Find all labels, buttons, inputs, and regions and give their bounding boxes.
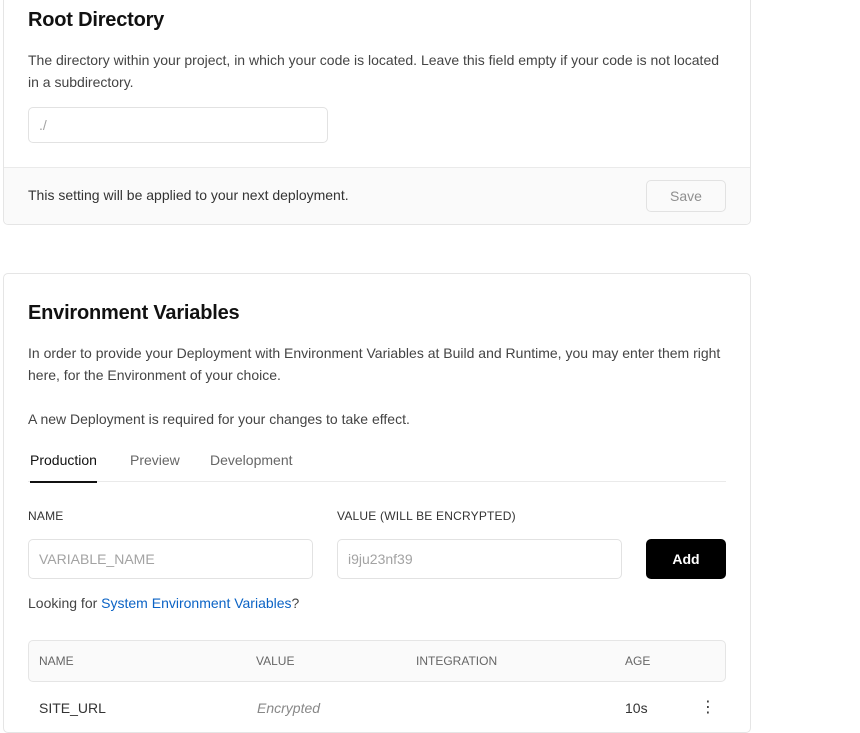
table-row: SITE_URL Encrypted 10s ⋮ xyxy=(28,696,726,726)
column-header-value: VALUE xyxy=(256,654,295,668)
env-vars-card: Environment Variables In order to provid… xyxy=(3,273,751,733)
hint-suffix: ? xyxy=(291,595,300,611)
root-directory-footer: This setting will be applied to your nex… xyxy=(4,167,750,224)
row-age: 10s xyxy=(625,700,648,716)
more-options-icon[interactable]: ⋮ xyxy=(700,698,716,718)
add-button[interactable]: Add xyxy=(646,539,726,579)
name-field-label: NAME xyxy=(28,509,64,523)
env-vars-note: A new Deployment is required for your ch… xyxy=(28,411,410,427)
row-value: Encrypted xyxy=(257,700,321,716)
env-table-header: NAME VALUE INTEGRATION AGE xyxy=(28,640,726,682)
root-directory-title: Root Directory xyxy=(28,9,165,31)
env-vars-description: In order to provide your Deployment with… xyxy=(28,345,721,383)
value-field-label: VALUE (WILL BE ENCRYPTED) xyxy=(337,509,516,523)
save-button[interactable]: Save xyxy=(646,180,726,212)
env-tabs: Production Preview Development xyxy=(28,442,726,483)
root-directory-card: Root Directory The directory within your… xyxy=(3,0,751,225)
footer-note: This setting will be applied to your nex… xyxy=(28,187,349,203)
tab-preview[interactable]: Preview xyxy=(130,452,180,482)
root-directory-description: The directory within your project, in wh… xyxy=(28,52,720,90)
system-env-vars-link[interactable]: System Environment Variables xyxy=(101,595,291,611)
tab-production[interactable]: Production xyxy=(30,452,97,483)
column-header-name: NAME xyxy=(39,654,74,668)
column-header-integration: INTEGRATION xyxy=(416,654,498,668)
column-header-age: AGE xyxy=(625,654,651,668)
hint-prefix: Looking for xyxy=(28,595,102,611)
variable-value-input[interactable] xyxy=(337,539,622,579)
system-vars-hint: Looking for System Environment Variables… xyxy=(28,595,299,611)
tab-development[interactable]: Development xyxy=(210,452,293,482)
env-vars-title: Environment Variables xyxy=(28,302,240,324)
root-directory-input[interactable] xyxy=(28,107,328,143)
row-name: SITE_URL xyxy=(39,700,106,716)
variable-name-input[interactable] xyxy=(28,539,313,579)
